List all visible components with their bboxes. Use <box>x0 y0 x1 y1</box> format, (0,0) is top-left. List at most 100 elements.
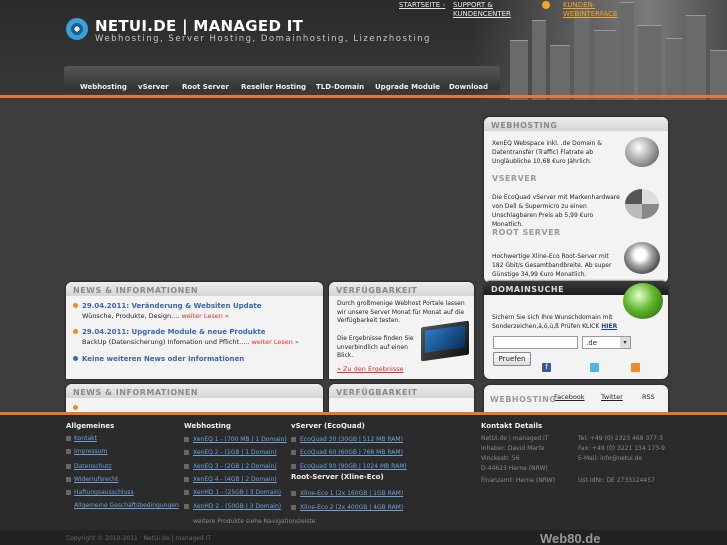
support-link[interactable]: SUPPORT & KUNDENCENTER <box>453 1 523 19</box>
kunden-link[interactable]: KUNDEN-WEBINTERFACE <box>563 1 623 19</box>
footer-link-ecoquad30[interactable]: EcoQuad 30 (30GB | 512 MB RAM) <box>300 436 403 443</box>
footer-allgemeines-heading: Allgemeines <box>66 422 115 430</box>
footer-link-widerrufsrecht[interactable]: Widerrufsrecht <box>74 476 118 483</box>
twitter-link[interactable]: Twitter <box>601 393 623 401</box>
nav-root-server[interactable]: Root Server <box>182 83 229 91</box>
footer-link-xenhd1[interactable]: XenHD 1 - (25GB | 3 Domain) <box>193 489 281 496</box>
nav-reseller-hosting[interactable]: Reseller Hosting <box>241 83 306 91</box>
bullet-icon <box>66 464 71 469</box>
nav-tld-domain[interactable]: TLD-Domain <box>316 83 364 91</box>
webhosting-text: XenEQ Webspace inkl. .de Domain & Datent… <box>492 140 602 165</box>
kontakt-line-3: Vinckestr. 56 <box>481 455 520 462</box>
footer-link-xline2[interactable]: Xline-Eco 2 (2x 400GB | 4GB RAM) <box>300 504 403 511</box>
footer-link-xeneq4[interactable]: XenEQ 4 - (4GB | 2 Domain) <box>193 476 277 483</box>
footer-link-haftung[interactable]: Haftungsausschluss <box>74 489 134 496</box>
chevron-down-icon: ▾ <box>620 337 630 348</box>
tld-select[interactable]: .de ▾ <box>582 336 631 349</box>
rss-link[interactable]: RSS <box>642 393 655 401</box>
webhosting-heading-2: WEBHOSTING <box>490 395 557 404</box>
facebook-link[interactable]: Facebook <box>554 393 585 401</box>
bullet-icon <box>73 329 78 334</box>
startseite-link[interactable]: STARTSEITE › <box>399 1 445 10</box>
nav-vserver[interactable]: vServer <box>138 83 169 91</box>
bullet-icon <box>184 504 189 509</box>
bullet-icon <box>291 437 296 442</box>
bullet-icon <box>66 477 71 482</box>
footer-root-heading: Root-Server (Xline-Eco) <box>291 473 384 481</box>
footer-link-xeneq1[interactable]: XenEQ 1 - (700 MB | 1 Domain) <box>193 436 287 443</box>
bullet-icon <box>66 490 71 495</box>
kontakt-email[interactable]: E-Mail: info@netui.de <box>578 455 642 462</box>
avail2-heading: VERFÜGBARKEIT <box>329 384 474 398</box>
news-title-1[interactable]: 29.04.2011: Veränderung & Websiten Updat… <box>82 302 261 310</box>
footer-link-datenschutz[interactable]: Datenschutz <box>74 463 112 470</box>
webhosting-heading: WEBHOSTING <box>484 117 668 131</box>
bullet-icon <box>184 477 189 482</box>
bullet-icon <box>73 405 78 410</box>
arrow-icon: › <box>442 1 446 9</box>
rss-icon[interactable] <box>631 363 640 372</box>
footer-link-agb[interactable]: Allgemeine Geschäftsbedingungen <box>74 502 179 509</box>
footer-link-xeneq3[interactable]: XenEQ 3 - (2GB | 2 Domain) <box>193 463 277 470</box>
bullet-icon <box>184 437 189 442</box>
brand-tagline: Webhosting, Server Hosting, Domainhostin… <box>95 34 431 44</box>
pie-chart-icon <box>625 189 659 219</box>
footer-kontakt-heading: Kontakt Details <box>481 422 543 430</box>
news-panel: NEWS & INFORMATIONEN 29.04.2011: Verände… <box>66 282 323 379</box>
hier-link[interactable]: HIER <box>601 323 617 330</box>
footer-link-kontakt[interactable]: Kontakt <box>74 435 97 442</box>
footer-vserver-heading: vServer (EcoQuad) <box>291 422 365 430</box>
footer-webhosting-heading: Webhosting <box>184 422 231 430</box>
news-title-2[interactable]: 29.04.2011: Upgrade Module & neue Produk… <box>82 328 266 336</box>
bullet-icon <box>291 464 296 469</box>
logo-icon[interactable] <box>66 18 88 40</box>
domain-text: Sichern Sie sich Ihre Wunschdomain mit S… <box>492 314 618 330</box>
key-icon <box>542 1 550 9</box>
kontakt-line-2: Inhaber: David Marte <box>481 445 545 452</box>
pruefen-button[interactable]: Pruefen <box>493 352 531 366</box>
bullet-icon <box>291 450 296 455</box>
news-panel-2: NEWS & INFORMATIONEN <box>66 384 323 414</box>
bullet-icon <box>66 449 71 454</box>
kontakt-ustid: Ust-IdNr: DE 2733124457 <box>578 477 655 484</box>
footer-link-xenhd2[interactable]: XenHD 2 - (50GB | 3 Domain) <box>193 503 281 510</box>
twitter-icon[interactable] <box>590 363 599 372</box>
avail-text-1: Durch großmenige Webhost Portale lassen … <box>337 300 465 324</box>
social-panel: Facebook Twitter RSS WEBHOSTING <box>484 385 668 415</box>
news-more-1[interactable]: weiter Lesen » <box>181 312 228 320</box>
copyright: Copyright © 2010-2011 · NetUi.de | manag… <box>66 535 212 542</box>
avail-panel: VERFÜGBARKEIT Durch großmenige Webhost P… <box>329 282 474 379</box>
vserver-text: Die EcoQuad vServer mit Markenhardware v… <box>492 194 620 228</box>
header-divider <box>0 95 727 98</box>
web80-logo[interactable]: Web80.de <box>540 531 600 545</box>
rootserver-text: Hochwertige Xline-Eco Root-Server mit 18… <box>492 253 612 278</box>
footer-link-ecoquad60[interactable]: EcoQuad 60 (60GB | 768 MB RAM) <box>300 449 403 456</box>
news-text-2: BackUp (Datensicherung) Infomation und P… <box>82 338 299 346</box>
laptop-icon <box>421 320 469 362</box>
facebook-icon[interactable]: f <box>542 363 551 372</box>
bullet-icon <box>184 464 189 469</box>
globe-icon <box>625 137 659 167</box>
nav-webhosting[interactable]: Webhosting <box>80 83 127 91</box>
vserver-heading: VSERVER <box>492 174 537 183</box>
footer-webhosting-more: weitere Produkte siehe Navigationsleiste… <box>193 518 318 525</box>
news-text-1: Wünsche, Produkte, Design.... weiter Les… <box>82 312 229 320</box>
footer-link-xeneq2[interactable]: XenEQ 2 - (1GB | 1 Domain) <box>193 449 277 456</box>
nav-upgrade-module[interactable]: Upgrade Module <box>375 83 440 91</box>
footer-link-impressum[interactable]: Impressum <box>74 448 107 455</box>
magnifier-icon <box>624 242 660 274</box>
bullet-icon <box>291 491 296 496</box>
avail-heading: VERFÜGBARKEIT <box>329 282 474 296</box>
footer-link-ecoquad90[interactable]: EcoQuad 90 (90GB | 1024 MB RAM) <box>300 463 407 470</box>
nav-download[interactable]: Download <box>449 83 488 91</box>
avail-text-2: Die Ergebnisse finden Sie unverbindlich … <box>337 335 414 359</box>
news-more-2[interactable]: weiter Lesen » <box>251 338 298 346</box>
news-title-3[interactable]: Keine weiteren News oder Informationen <box>82 355 244 363</box>
avail-link[interactable]: » Zu den Ergebnisse <box>337 365 404 373</box>
footer-link-xline1[interactable]: Xline-Eco 1 (2x 160GB | 1GB RAM) <box>300 490 403 497</box>
kontakt-fax: Fax: +49 (0) 3221 134 173-9 <box>578 445 666 452</box>
products-panel: WEBHOSTING XenEQ Webspace inkl. .de Doma… <box>484 117 668 283</box>
bullet-icon <box>184 490 189 495</box>
brand-name[interactable]: NETUI.DE | MANAGED IT <box>95 17 303 35</box>
domain-input[interactable] <box>493 336 578 349</box>
